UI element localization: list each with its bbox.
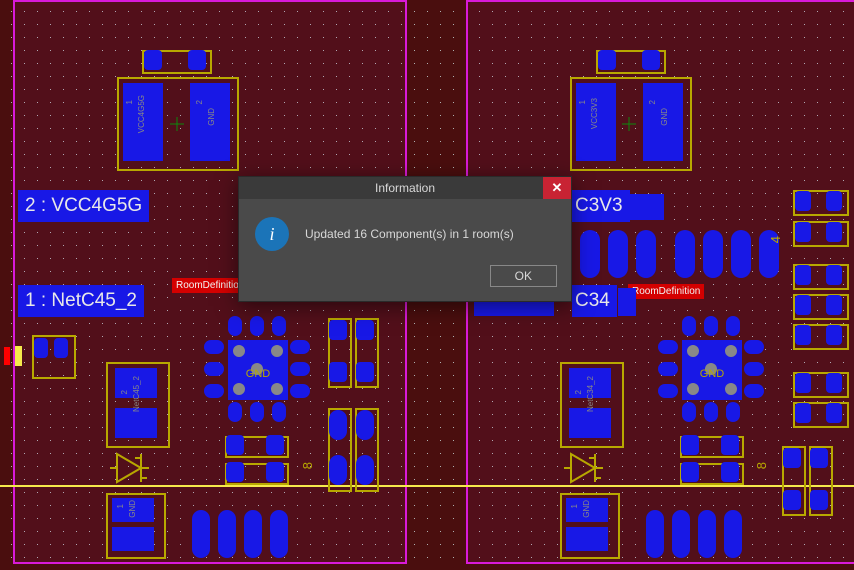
pad bbox=[188, 50, 206, 70]
pad bbox=[703, 230, 723, 278]
pad bbox=[826, 222, 842, 242]
dialog-message: Updated 16 Component(s) in 1 room(s) bbox=[305, 227, 514, 241]
pin-net: NetC45_2 bbox=[132, 376, 170, 412]
info-icon: i bbox=[255, 217, 289, 251]
pad bbox=[569, 408, 611, 438]
pad bbox=[826, 373, 842, 393]
pad bbox=[783, 448, 801, 468]
pad bbox=[810, 490, 828, 510]
pad bbox=[618, 288, 636, 316]
pad bbox=[266, 462, 284, 482]
ok-button[interactable]: OK bbox=[490, 265, 557, 287]
pad bbox=[226, 462, 244, 482]
qfn-component[interactable]: GND bbox=[664, 322, 760, 418]
pad bbox=[698, 510, 716, 558]
diode-symbol-icon bbox=[105, 448, 153, 488]
qfn-gnd-label: GND bbox=[682, 368, 742, 380]
pad bbox=[356, 320, 374, 340]
pad bbox=[795, 222, 811, 242]
pad bbox=[356, 362, 374, 382]
qfn-component[interactable]: GND bbox=[210, 322, 306, 418]
pad bbox=[329, 362, 347, 382]
pad bbox=[826, 325, 842, 345]
pad bbox=[642, 50, 660, 70]
net-label[interactable]: C34 bbox=[572, 285, 617, 317]
pad bbox=[192, 510, 210, 558]
pad bbox=[810, 448, 828, 468]
pad bbox=[329, 410, 347, 440]
pad bbox=[795, 191, 811, 211]
pad bbox=[636, 230, 656, 278]
pad bbox=[795, 265, 811, 285]
pad bbox=[826, 265, 842, 285]
pad bbox=[356, 455, 374, 485]
pin-net: NetC34_2 bbox=[586, 376, 624, 412]
pin-net: GND bbox=[660, 108, 698, 126]
pad bbox=[724, 510, 742, 558]
pad bbox=[721, 462, 739, 482]
nc-cross-icon bbox=[620, 115, 638, 133]
net-label[interactable]: C3V3 bbox=[572, 190, 630, 222]
close-icon: ✕ bbox=[552, 180, 563, 196]
pad bbox=[566, 527, 608, 551]
pad bbox=[826, 191, 842, 211]
pad bbox=[826, 403, 842, 423]
pin-net: GND bbox=[128, 500, 166, 518]
pad bbox=[244, 510, 262, 558]
pad bbox=[795, 373, 811, 393]
selection-marker bbox=[15, 346, 22, 366]
pin-number: 2 bbox=[648, 100, 686, 104]
pad bbox=[795, 325, 811, 345]
pad bbox=[266, 435, 284, 455]
pad bbox=[783, 490, 801, 510]
close-button[interactable]: ✕ bbox=[543, 177, 571, 199]
room-tag[interactable]: RoomDefinition bbox=[628, 284, 704, 299]
pad bbox=[356, 410, 374, 440]
pad bbox=[826, 295, 842, 315]
pad bbox=[598, 50, 616, 70]
silk-text: 8 bbox=[300, 462, 315, 469]
pin-net: GND bbox=[207, 108, 245, 126]
pad bbox=[329, 320, 347, 340]
pad bbox=[721, 435, 739, 455]
pad bbox=[329, 455, 347, 485]
pad bbox=[34, 338, 48, 358]
qfn-gnd-label: GND bbox=[228, 368, 288, 380]
pad bbox=[646, 510, 664, 558]
pad bbox=[226, 435, 244, 455]
pad bbox=[218, 510, 236, 558]
pad bbox=[795, 403, 811, 423]
pad bbox=[112, 527, 154, 551]
pad bbox=[731, 230, 751, 278]
pad bbox=[54, 338, 68, 358]
pad bbox=[672, 510, 690, 558]
pin-net: GND bbox=[582, 500, 620, 518]
pad bbox=[675, 230, 695, 278]
pad bbox=[608, 230, 628, 278]
pad bbox=[144, 50, 162, 70]
silk-text: 8 bbox=[754, 462, 769, 469]
net-label[interactable]: 2 : VCC4G5G bbox=[18, 190, 149, 222]
room-tag[interactable]: RoomDefinition bbox=[172, 278, 248, 293]
net-label[interactable]: 1 : NetC45_2 bbox=[18, 285, 144, 317]
pad bbox=[270, 510, 288, 558]
pad bbox=[630, 194, 664, 220]
pad bbox=[795, 295, 811, 315]
dialog-title-text: Information bbox=[375, 181, 435, 195]
pad bbox=[115, 408, 157, 438]
dialog-titlebar[interactable]: Information ✕ bbox=[239, 177, 571, 199]
nc-cross-icon bbox=[168, 115, 186, 133]
diode-symbol-icon bbox=[559, 448, 607, 488]
silk-text: 4 bbox=[768, 236, 783, 243]
pad bbox=[580, 230, 600, 278]
pin-number: 2 bbox=[195, 100, 233, 104]
information-dialog: Information ✕ i Updated 16 Component(s) … bbox=[238, 176, 572, 302]
pad bbox=[681, 435, 699, 455]
pad bbox=[681, 462, 699, 482]
selection-marker bbox=[4, 347, 10, 365]
